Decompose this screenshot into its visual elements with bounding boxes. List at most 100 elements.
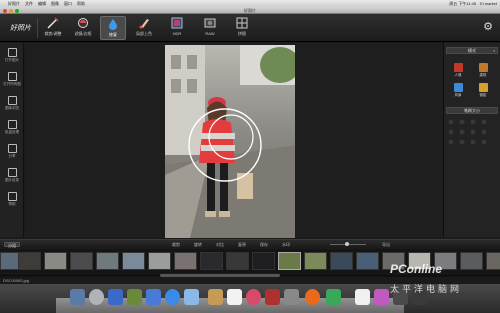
tool-crop-adjust[interactable]: 裁剪/调整 — [40, 16, 66, 40]
sidebar-item-share[interactable]: 分享 — [2, 143, 22, 163]
safari-icon[interactable] — [165, 289, 180, 305]
photo-preview[interactable] — [165, 45, 295, 238]
building-icon — [478, 63, 488, 72]
portrait-icon — [453, 63, 463, 72]
tool-hdr[interactable]: HDR — [164, 16, 190, 40]
menubar-clock: 周五 下午11:45 — [449, 0, 477, 6]
app-icon[interactable] — [326, 289, 341, 305]
mail-icon[interactable] — [127, 289, 142, 305]
zoom-slider-knob[interactable] — [345, 242, 349, 246]
tool-filter-border[interactable]: 滤镜/边框 — [70, 16, 96, 40]
watermark-button[interactable]: 水印 — [280, 242, 292, 247]
thumbnail[interactable] — [96, 252, 119, 270]
brush-dot[interactable] — [459, 129, 465, 135]
sidebar-item-label: 帮助 — [8, 202, 16, 206]
watermark-subtitle: 太平洋电脑网 — [390, 284, 463, 294]
gallery-icon — [7, 96, 17, 105]
sidebar-item-label: 图片信息 — [5, 178, 19, 182]
restore-button[interactable]: 复原 — [236, 242, 248, 247]
close-icon[interactable]: ▪ — [494, 48, 495, 53]
thumbnail[interactable] — [70, 252, 93, 270]
thumbnail[interactable] — [174, 252, 197, 270]
thumbnail[interactable] — [148, 252, 171, 270]
menu-item-image[interactable]: 图像 — [51, 1, 59, 7]
menu-item-window[interactable]: 窗口 — [64, 1, 72, 7]
brush-dot[interactable] — [459, 119, 465, 125]
photo-app-icon[interactable] — [374, 289, 389, 305]
zoom-slider[interactable] — [330, 242, 366, 246]
menu-bar: 好照片 文件 编辑 图像 窗口 帮助 周五 下午11:45 Ei market — [0, 0, 500, 7]
compare-button[interactable]: 对比 — [214, 242, 226, 247]
mode-architecture-button[interactable]: 建筑 — [474, 63, 492, 79]
menu-item-app[interactable]: 好照片 — [8, 1, 20, 7]
calendar-icon[interactable] — [227, 289, 242, 305]
app-store-icon[interactable] — [108, 289, 123, 305]
mode-macro-button[interactable]: 微距 — [474, 83, 492, 99]
main-toolbar: 好照片 裁剪/调整 滤镜/边框 修复 局部上色 HDR RAW 拼图 ⚙ — [0, 14, 500, 42]
brush-dot[interactable] — [481, 119, 487, 125]
menu-item-edit[interactable]: 编辑 — [38, 1, 46, 7]
menu-item-help[interactable]: 帮助 — [77, 1, 85, 7]
brush-dot[interactable] — [481, 139, 487, 145]
group-selector[interactable]: 分组 — [4, 242, 20, 248]
document-icon[interactable] — [355, 289, 370, 305]
sidebar-item-open[interactable]: 打开图片 — [2, 47, 22, 67]
brush-size-grid — [448, 119, 498, 145]
brush-dot[interactable] — [470, 129, 476, 135]
tool-raw[interactable]: RAW — [197, 16, 223, 40]
sidebar-item-gallery[interactable]: 图库浏览 — [2, 95, 22, 115]
thumbnail[interactable] — [460, 252, 483, 270]
sidebar-item-batch[interactable]: 批量处理 — [2, 119, 22, 139]
menu-item-file[interactable]: 文件 — [25, 1, 33, 7]
share-icon — [7, 144, 17, 153]
thumbnail[interactable] — [486, 252, 500, 270]
photo-booth-icon[interactable] — [265, 289, 280, 305]
gear-icon[interactable]: ⚙ — [482, 21, 494, 33]
save-button[interactable]: 保存 — [258, 242, 270, 247]
dashboard-icon[interactable] — [89, 289, 104, 305]
raw-icon — [204, 18, 216, 28]
editing-canvas[interactable] — [25, 43, 443, 238]
brush-dot[interactable] — [459, 139, 465, 145]
firefox-icon[interactable] — [305, 289, 320, 305]
right-panel: 模式 ▪ 人像 建筑 风景 微距 笔刷大小 — [443, 43, 500, 237]
preview-icon[interactable] — [146, 289, 161, 305]
system-preferences-icon[interactable] — [284, 289, 299, 305]
mode-label: 人像 — [454, 73, 462, 77]
crop-button[interactable]: 裁剪 — [170, 242, 182, 247]
sidebar-item-help[interactable]: 帮助 — [2, 191, 22, 211]
thumbnail[interactable] — [200, 252, 223, 270]
thumbnail[interactable] — [18, 252, 41, 270]
tool-collage[interactable]: 拼图 — [229, 16, 255, 40]
tool-local-color[interactable]: 局部上色 — [131, 16, 157, 40]
app-logo: 好照片 — [4, 18, 38, 38]
menubar-user[interactable]: Ei market — [480, 1, 497, 7]
brush-dot[interactable] — [448, 119, 454, 125]
system-app-icon[interactable] — [184, 289, 199, 305]
brush-dot[interactable] — [448, 129, 454, 135]
mode-portrait-button[interactable]: 人像 — [449, 63, 467, 79]
thumbnail[interactable] — [44, 252, 67, 270]
thumbnail[interactable] — [356, 252, 379, 270]
mode-header-label: 模式 — [468, 48, 476, 53]
finder-icon[interactable] — [70, 289, 85, 305]
itunes-icon[interactable] — [246, 289, 261, 305]
sidebar-item-info[interactable]: 图片信息 — [2, 167, 22, 187]
brush-dot[interactable] — [470, 119, 476, 125]
export-button[interactable]: 导出 — [380, 242, 392, 247]
thumbnail[interactable] — [122, 252, 145, 270]
thumbnail-selected[interactable] — [278, 252, 301, 270]
tool-repair[interactable]: 修复 — [100, 16, 126, 40]
thumbnail[interactable] — [304, 252, 327, 270]
thumbnail[interactable] — [330, 252, 353, 270]
brush-dot[interactable] — [481, 129, 487, 135]
contacts-icon[interactable] — [208, 289, 223, 305]
rotate-button[interactable]: 旋转 — [192, 242, 204, 247]
brush-dot[interactable] — [470, 139, 476, 145]
thumbnail[interactable] — [252, 252, 275, 270]
thumbnail[interactable] — [226, 252, 249, 270]
brush-dot[interactable] — [448, 139, 454, 145]
mode-landscape-button[interactable]: 风景 — [449, 83, 467, 99]
window-titlebar: 好照片 — [0, 7, 500, 14]
sidebar-item-open-all[interactable]: 打开所有图 — [2, 71, 22, 91]
